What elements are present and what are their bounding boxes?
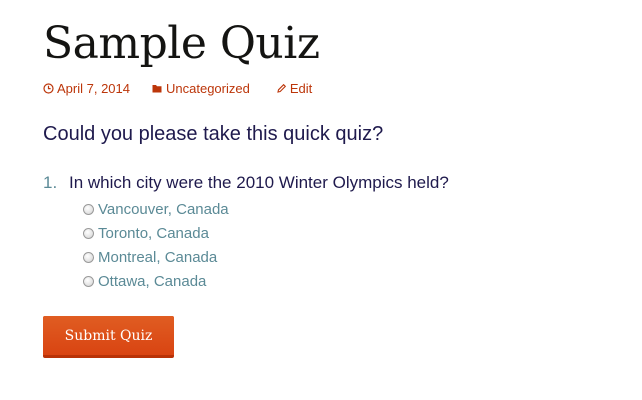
answer-label: Montreal, Canada (98, 248, 218, 266)
answer-label: Ottawa, Canada (98, 272, 207, 290)
answer-option-montreal[interactable]: Montreal, Canada (83, 245, 633, 269)
answer-label: Vancouver, Canada (98, 200, 229, 218)
edit-link[interactable]: Edit (276, 81, 312, 96)
answer-option-ottawa[interactable]: Ottawa, Canada (83, 269, 633, 293)
quiz-intro: Could you please take this quick quiz? (43, 123, 384, 145)
answer-option-toronto[interactable]: Toronto, Canada (83, 221, 633, 245)
submit-quiz-button[interactable]: Submit Quiz (43, 316, 174, 358)
radio-button[interactable] (83, 275, 94, 287)
radio-button[interactable] (83, 203, 94, 215)
post-category-label: Uncategorized (166, 80, 250, 96)
post-meta: April 7, 2014 Uncategorized Edit (43, 80, 633, 96)
folder-icon (152, 83, 163, 94)
edit-label: Edit (289, 80, 313, 96)
radio-button[interactable] (83, 227, 94, 239)
page-title: Sample Quiz (43, 18, 320, 69)
pencil-icon (276, 83, 287, 94)
question-text: In which city were the 2010 Winter Olymp… (69, 173, 449, 192)
post-category-link[interactable]: Uncategorized (152, 81, 250, 96)
post-date-label: April 7, 2014 (57, 80, 130, 96)
answer-label: Toronto, Canada (98, 224, 209, 242)
quiz-question: 1. In which city were the 2010 Winter Ol… (43, 173, 633, 193)
post-content: Sample Quiz April 7, 2014 Uncategorized (43, 14, 633, 358)
question-number: 1. (43, 173, 58, 192)
answer-option-vancouver[interactable]: Vancouver, Canada (83, 197, 633, 221)
answer-options: Vancouver, Canada Toronto, Canada Montre… (83, 197, 633, 293)
radio-button[interactable] (83, 251, 94, 263)
post-date-link[interactable]: April 7, 2014 (43, 81, 130, 96)
clock-icon (43, 82, 54, 94)
